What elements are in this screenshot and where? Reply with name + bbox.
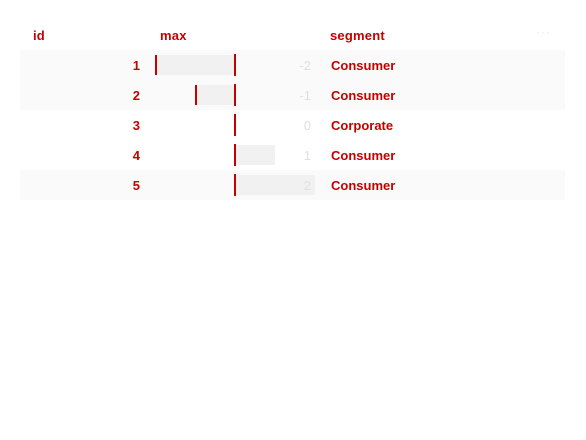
table-row[interactable]: 2 -1 Consumer xyxy=(20,80,565,110)
cell-segment: Consumer xyxy=(331,148,396,163)
max-bar-negative xyxy=(195,85,235,105)
max-zero-line xyxy=(234,54,236,76)
cell-id: 2 xyxy=(132,88,140,103)
max-bar-cell: -2 xyxy=(155,54,315,76)
max-zero-line xyxy=(234,84,236,106)
max-bar-cell: -1 xyxy=(155,84,315,106)
max-bar-negative xyxy=(155,55,235,75)
cell-segment: Corporate xyxy=(331,118,394,133)
cell-max: -1 xyxy=(299,88,311,103)
max-zero-line xyxy=(234,174,236,196)
max-zero-line xyxy=(234,114,236,136)
table-row[interactable]: 4 1 Consumer xyxy=(20,140,565,170)
table-row[interactable]: 1 -2 Consumer xyxy=(20,50,565,80)
cell-max: 1 xyxy=(303,148,311,163)
column-header-max[interactable]: max xyxy=(160,28,187,43)
max-zero-line xyxy=(234,144,236,166)
max-bar-cell: 2 xyxy=(155,174,315,196)
table-header: id max segment ··· xyxy=(20,20,565,50)
max-bar-cell: 1 xyxy=(155,144,315,166)
cell-id: 1 xyxy=(132,58,140,73)
cell-id: 4 xyxy=(132,148,140,163)
data-table: id max segment ··· 1 -2 Consumer 2 -1 Co… xyxy=(20,20,565,200)
cell-id: 3 xyxy=(132,118,140,133)
table-row[interactable]: 5 2 Consumer xyxy=(20,170,565,200)
cell-segment: Consumer xyxy=(331,178,396,193)
column-header-segment[interactable]: segment xyxy=(330,28,385,43)
cell-max: 0 xyxy=(303,118,311,133)
column-menu-icon[interactable]: ··· xyxy=(536,25,551,39)
max-bar-positive xyxy=(235,145,275,165)
max-bar-cell: 0 xyxy=(155,114,315,136)
cell-segment: Consumer xyxy=(331,58,396,73)
cell-max: -2 xyxy=(299,58,311,73)
column-header-id[interactable]: id xyxy=(33,28,45,43)
cell-segment: Consumer xyxy=(331,88,396,103)
table-row[interactable]: 3 0 Corporate xyxy=(20,110,565,140)
cell-max: 2 xyxy=(303,178,311,193)
cell-id: 5 xyxy=(132,178,140,193)
